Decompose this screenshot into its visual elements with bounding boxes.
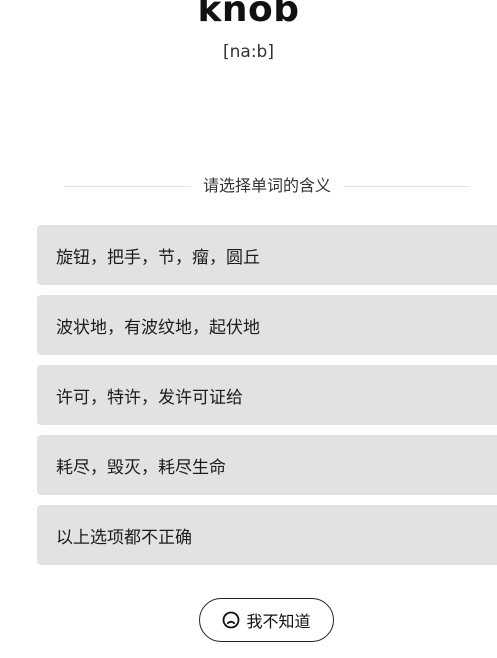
answer-option-label: 耗尽，毁灭，耗尽生命: [56, 457, 226, 478]
word-phonetic: [na:b]: [223, 42, 274, 62]
answer-option-1[interactable]: 旋钮，把手，节，瘤，圆丘: [37, 225, 497, 285]
answer-option-label: 波状地，有波纹地，起伏地: [56, 317, 260, 338]
dont-know-button[interactable]: 我不知道: [199, 598, 334, 642]
divider-line-right: [343, 185, 471, 187]
answer-option-label: 以上选项都不正确: [56, 527, 192, 548]
divider-line-left: [64, 185, 191, 187]
word-title: knob: [197, 0, 300, 30]
answer-option-3[interactable]: 许可，特许，发许可证给: [37, 365, 497, 425]
answer-option-5[interactable]: 以上选项都不正确: [37, 505, 497, 565]
answer-options: 旋钮，把手，节，瘤，圆丘 波状地，有波纹地，起伏地 许可，特许，发许可证给 耗尽…: [37, 225, 497, 575]
answer-option-label: 旋钮，把手，节，瘤，圆丘: [56, 247, 260, 268]
quiz-prompt: 请选择单词的含义: [203, 176, 332, 195]
answer-option-2[interactable]: 波状地，有波纹地，起伏地: [37, 295, 497, 355]
sad-face-icon: [222, 611, 246, 629]
answer-option-label: 许可，特许，发许可证给: [56, 387, 243, 408]
dont-know-label: 我不知道: [246, 612, 311, 631]
answer-option-4[interactable]: 耗尽，毁灭，耗尽生命: [37, 435, 497, 495]
prompt-divider: 请选择单词的含义: [64, 174, 471, 198]
